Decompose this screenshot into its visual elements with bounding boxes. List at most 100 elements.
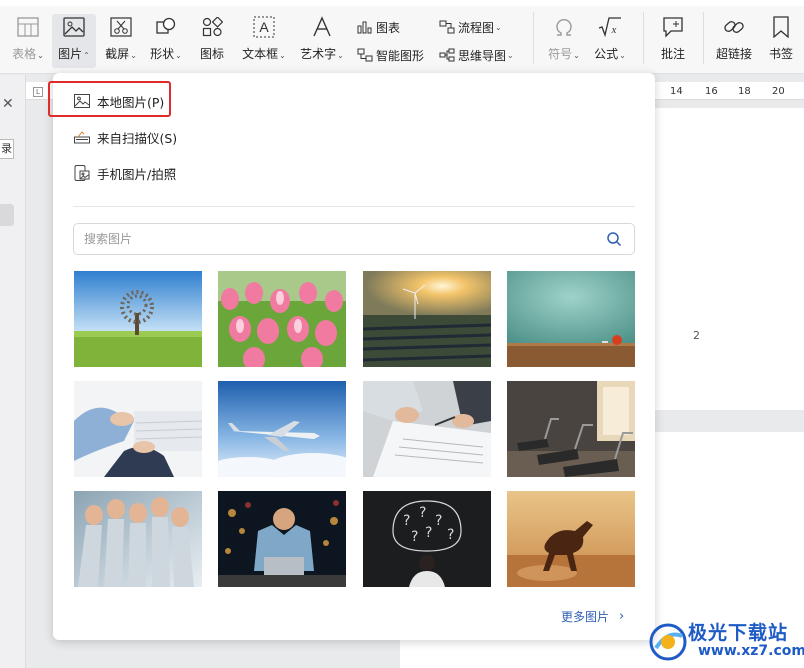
page-number: 2 [693, 329, 700, 342]
watermark: 极光下载站 www.xz7.com [648, 616, 804, 668]
table-icon [15, 14, 41, 40]
picture-button[interactable]: 图片⌃ [52, 14, 96, 68]
svg-text:x: x [611, 24, 617, 36]
thumbnail-running-horse[interactable] [507, 491, 635, 587]
close-icon[interactable]: ✕ [2, 96, 14, 112]
bookmark-button[interactable]: 书签 [764, 14, 798, 68]
more-pictures-label: 更多图片 [561, 610, 610, 624]
thumbnail-pink-tulips[interactable] [218, 271, 346, 367]
search-icon[interactable] [606, 231, 622, 250]
ruler-number: 14 [670, 86, 683, 97]
phone-photo-label: 手机图片/拍照 [97, 166, 177, 182]
omega-icon [551, 14, 577, 40]
shape-label: 形状 [150, 47, 175, 61]
scanner-icon [73, 128, 91, 146]
comment-icon [660, 14, 686, 40]
svg-text:?: ? [435, 513, 442, 529]
ribbon-divider [533, 12, 534, 64]
chevron-down-icon: ⌄ [130, 51, 137, 60]
screenshot-label: 截屏 [105, 47, 130, 61]
picture-search-input[interactable] [84, 230, 584, 248]
thumbnail-wind-turbine-solar-field[interactable] [363, 271, 491, 367]
chevron-down-icon: ⌄ [337, 51, 344, 60]
hyperlink-label: 超链接 [715, 47, 752, 61]
chevron-down-icon: ⌄ [495, 22, 502, 32]
menu-divider [73, 206, 635, 207]
smartart-icon [357, 48, 373, 62]
comment-button[interactable]: 批注 [655, 14, 691, 68]
scanner-label: 来自扫描仪(S) [97, 130, 178, 146]
mindmap-label: 思维导图 [458, 48, 507, 63]
shape-button[interactable]: 形状⌄ [146, 14, 186, 68]
bar-chart-icon [357, 21, 372, 34]
icon-label: 图标 [199, 47, 224, 61]
svg-text:A: A [259, 19, 269, 35]
symbol-button[interactable]: 符号⌄ [544, 14, 584, 68]
outline-tab[interactable]: 录 [0, 139, 14, 159]
thumbnail-business-hands-pen[interactable] [74, 381, 202, 477]
formula-icon: x [597, 14, 623, 40]
picture-icon [61, 14, 87, 40]
svg-text:?: ? [403, 513, 410, 529]
svg-text:?: ? [419, 505, 426, 521]
flowchart-icon [439, 20, 455, 34]
bookmark-icon [768, 14, 794, 40]
mindmap-icon [439, 48, 455, 62]
tab-stop-selector[interactable]: L [33, 87, 43, 97]
watermark-url: www.xz7.com [698, 643, 804, 659]
ribbon-divider [703, 12, 704, 64]
chevron-down-icon: ⌄ [573, 51, 580, 60]
thumbnail-airplane-clouds[interactable] [218, 381, 346, 477]
chevron-up-icon: ⌃ [83, 51, 90, 60]
chevron-down-icon: ⌄ [37, 51, 44, 60]
navigation-pane [0, 75, 26, 668]
shape-icon [153, 14, 179, 40]
phone-photo-item[interactable]: 手机图片/拍照 [73, 161, 176, 185]
textbox-label: 文本框 [242, 47, 279, 61]
watermark-text: 极光下载站 [688, 622, 789, 644]
pane-tab[interactable] [0, 204, 14, 226]
screenshot-button[interactable]: 截屏⌄ [101, 14, 141, 68]
ribbon-toolbar: 表格⌄ 图片⌃ 截屏⌄ 形状⌄ 图标 A 文本框⌄ 艺术字⌄ 图表 智能图形 流… [0, 0, 804, 74]
smartart-button[interactable]: 智能图形 [357, 45, 424, 65]
textbox-button[interactable]: A 文本框⌄ [238, 14, 290, 68]
thumbnail-apple-on-table[interactable] [507, 271, 635, 367]
chevron-down-icon: ⌄ [279, 51, 286, 60]
bookmark-label: 书签 [768, 47, 793, 61]
chart-button[interactable]: 图表 [357, 17, 400, 37]
table-button[interactable]: 表格⌄ [8, 14, 48, 68]
formula-button[interactable]: x 公式⌄ [590, 14, 630, 68]
picture-search-box[interactable] [73, 223, 635, 255]
thumbnail-cheering-man-laptop[interactable] [218, 491, 346, 587]
icon-button[interactable]: 图标 [194, 14, 230, 68]
thumbnail-question-marks-chalkboard[interactable]: ?????? [363, 491, 491, 587]
thumbnail-gym-treadmills[interactable] [507, 381, 635, 477]
thumbnail-tree-on-grass[interactable] [74, 271, 202, 367]
picture-label: 图片 [58, 47, 83, 61]
more-pictures-link[interactable]: 更多图片 › [561, 608, 624, 625]
chevron-right-icon: › [619, 609, 625, 624]
flowchart-button[interactable]: 流程图 ⌄ [439, 17, 502, 37]
wordart-icon [309, 14, 335, 40]
thumbnail-document-signing[interactable] [363, 381, 491, 477]
svg-text:?: ? [447, 527, 454, 543]
chart-label: 图表 [376, 20, 401, 35]
textbox-icon: A [251, 14, 277, 40]
scanner-item[interactable]: 来自扫描仪(S) [73, 125, 177, 149]
hyperlink-button[interactable]: 超链接 [713, 14, 755, 68]
link-icon [721, 14, 747, 40]
document-page[interactable] [655, 108, 804, 410]
wordart-button[interactable]: 艺术字⌄ [296, 14, 348, 68]
ruler-number: 16 [705, 86, 718, 97]
chevron-down-icon: ⌄ [619, 51, 626, 60]
thumbnail-raised-fists[interactable] [74, 491, 202, 587]
mindmap-button[interactable]: 思维导图 ⌄ [439, 45, 514, 65]
svg-text:?: ? [425, 525, 432, 541]
ruler-number: 18 [738, 86, 751, 97]
phone-photo-icon [73, 164, 91, 182]
ribbon-divider [643, 12, 644, 64]
ruler-number: 20 [772, 86, 785, 97]
flowchart-label: 流程图 [458, 20, 495, 35]
chevron-down-icon: ⌄ [175, 51, 182, 60]
smartart-label: 智能图形 [376, 48, 425, 63]
